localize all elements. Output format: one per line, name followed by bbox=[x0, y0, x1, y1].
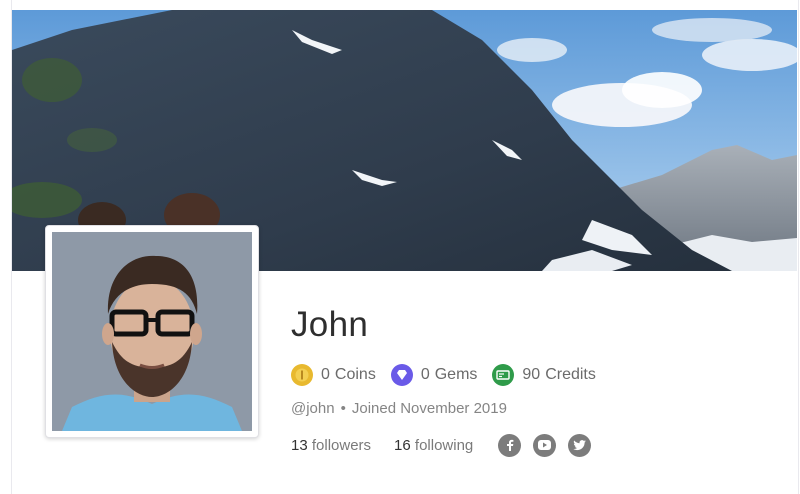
profile-meta: @john • Joined November 2019 bbox=[291, 400, 507, 417]
facebook-icon bbox=[506, 439, 514, 451]
stat-coins: 0 Coins bbox=[291, 364, 376, 386]
coin-icon bbox=[291, 364, 313, 386]
youtube-icon bbox=[538, 440, 552, 450]
credits-value: 90 bbox=[522, 366, 541, 383]
coins-label: Coins bbox=[334, 366, 376, 383]
avatar-photo bbox=[52, 232, 252, 431]
credits-label: Credits bbox=[545, 366, 596, 383]
stat-gems: 0 Gems bbox=[390, 364, 478, 386]
avatar-card[interactable] bbox=[45, 225, 259, 438]
followers-label: followers bbox=[311, 436, 372, 454]
twitter-icon bbox=[573, 439, 587, 450]
following-link[interactable]: 16 following bbox=[394, 437, 473, 454]
gem-icon bbox=[390, 364, 413, 386]
meta-separator: • bbox=[340, 400, 346, 417]
youtube-button[interactable] bbox=[533, 433, 557, 457]
stat-credits: 90 Credits bbox=[492, 364, 596, 386]
gems-value: 0 bbox=[420, 366, 430, 383]
followers-link[interactable]: 13 followers bbox=[291, 437, 371, 454]
following-label: following bbox=[414, 436, 474, 454]
follow-row: 13 followers 16 following bbox=[291, 432, 603, 458]
followers-count: 13 bbox=[291, 436, 308, 454]
currency-stats: 0 Coins 0 Gems 90 Credits bbox=[291, 362, 611, 388]
facebook-button[interactable] bbox=[498, 433, 522, 457]
social-links bbox=[498, 433, 603, 457]
profile-name: John bbox=[291, 305, 369, 344]
joined-date: Joined November 2019 bbox=[351, 400, 507, 417]
following-count: 16 bbox=[394, 436, 411, 454]
profile-handle: @john bbox=[291, 400, 335, 417]
gems-label: Gems bbox=[434, 366, 478, 383]
coins-value: 0 bbox=[321, 366, 330, 383]
credits-icon bbox=[492, 364, 515, 386]
twitter-button[interactable] bbox=[568, 433, 592, 457]
